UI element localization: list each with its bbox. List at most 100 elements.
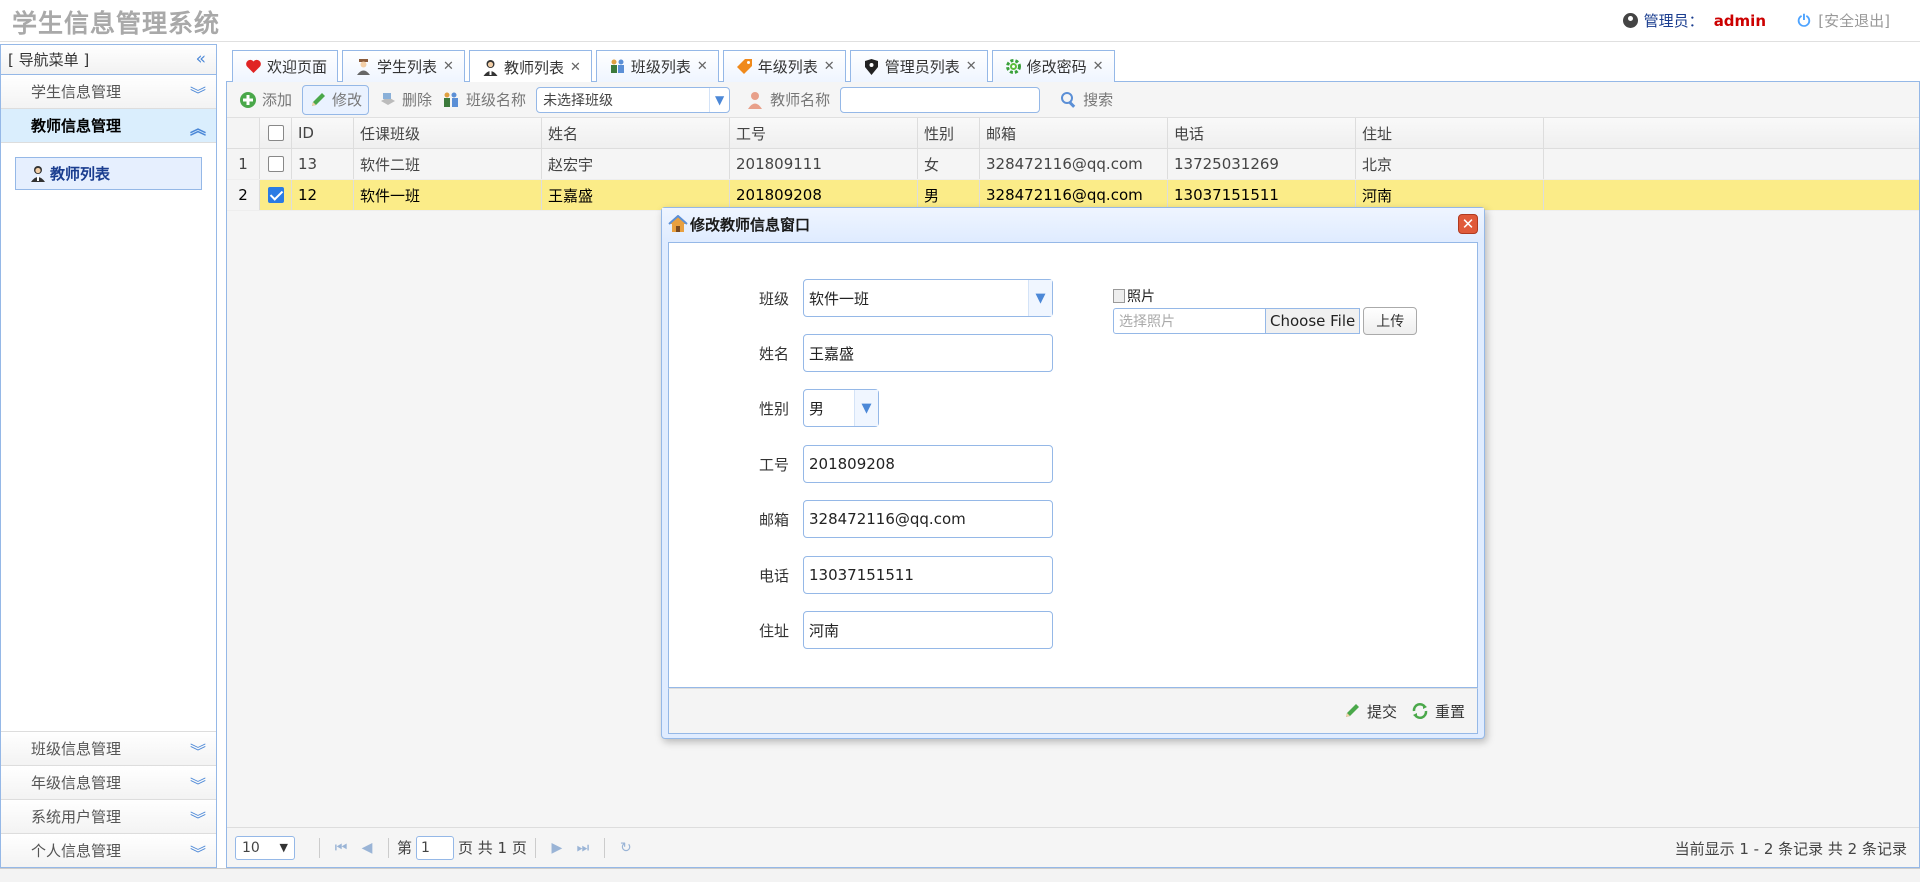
logout-link[interactable]: ⏻ [安全退出]	[1798, 10, 1890, 31]
refresh-icon[interactable]: ↻	[613, 836, 639, 860]
class-icon	[442, 91, 460, 109]
row-checkbox[interactable]	[260, 180, 292, 210]
close-icon[interactable]: ✕	[824, 59, 835, 74]
cell-number: 201809111	[730, 149, 918, 179]
next-page-button[interactable]: ▶	[544, 836, 570, 860]
sidebar-item-teacher-list[interactable]: 教师列表	[15, 157, 202, 190]
col-header-email[interactable]: 邮箱	[980, 118, 1168, 148]
page-size-select[interactable]: 10 ▼	[235, 835, 295, 860]
add-button[interactable]: 添加	[233, 85, 298, 115]
class-select[interactable]: 软件一班 ▼	[803, 279, 1053, 317]
accordion-label: 教师信息管理	[31, 117, 122, 135]
accordion-label: 学生信息管理	[31, 83, 122, 101]
cell-class: 软件二班	[354, 149, 542, 179]
tab-welcome[interactable]: 欢迎页面	[232, 50, 339, 82]
accordion-system-user-management[interactable]: 系统用户管理 ︾	[1, 799, 216, 833]
teacher-icon	[30, 165, 46, 182]
close-icon[interactable]: ✕	[570, 60, 581, 75]
accordion-student-management[interactable]: 学生信息管理 ︾	[1, 75, 216, 109]
select-all-checkbox[interactable]	[260, 118, 292, 148]
chevron-down-icon: ▼	[709, 87, 729, 112]
reset-button[interactable]: 重置	[1411, 701, 1465, 722]
power-icon: ⏻	[1797, 10, 1811, 30]
email-field[interactable]: 328472116@qq.com	[803, 500, 1053, 538]
user-icon	[1622, 13, 1638, 28]
name-field[interactable]: 王嘉盛	[803, 334, 1053, 372]
name-label: 姓名	[759, 344, 790, 363]
tab-class-list[interactable]: 班级列表 ✕	[595, 50, 719, 82]
gender-select[interactable]: 男 ▼	[803, 389, 879, 427]
tab-admin-list[interactable]: 管理员列表 ✕	[849, 50, 988, 82]
add-label: 添加	[262, 91, 293, 109]
tab-label: 修改密码	[1026, 58, 1087, 76]
teacher-name-input[interactable]	[840, 86, 1041, 113]
photo-preview: 照片	[1113, 287, 1427, 305]
phone-field[interactable]: 13037151511	[803, 556, 1053, 594]
upload-button[interactable]: 上传	[1363, 307, 1418, 335]
chevron-down-icon: ▼	[279, 841, 288, 854]
col-header-name[interactable]: 姓名	[542, 118, 730, 148]
phone-label: 电话	[759, 566, 790, 585]
tab-change-password[interactable]: 修改密码 ✕	[991, 50, 1115, 82]
prev-page-button[interactable]: ◀	[354, 836, 380, 860]
submit-button[interactable]: 提交	[1343, 701, 1397, 722]
col-header-number[interactable]: 工号	[730, 118, 918, 148]
cell-number: 201809208	[730, 180, 918, 210]
accordion-personal-info-management[interactable]: 个人信息管理 ︾	[1, 833, 216, 867]
class-filter-value: 未选择班级	[543, 92, 614, 109]
col-header-id[interactable]: ID	[292, 118, 354, 148]
broken-image-icon	[1113, 289, 1125, 303]
email-label: 邮箱	[759, 510, 790, 529]
teacher-grid: ID 任课班级 姓名 工号 性别 邮箱 电话 住址 1 13 软件二班 赵宏宇 …	[227, 118, 1919, 211]
delete-button[interactable]: 删除	[373, 85, 438, 115]
address-field[interactable]: 河南	[803, 611, 1053, 649]
footer-strip	[0, 868, 1920, 882]
class-filter-select[interactable]: 未选择班级 ▼	[536, 86, 731, 113]
accordion-teacher-management[interactable]: 教师信息管理 ︽	[1, 109, 216, 143]
cell-gender: 男	[918, 180, 980, 210]
tab-teacher-list[interactable]: 教师列表 ✕	[468, 50, 592, 83]
tab-student-list[interactable]: 学生列表 ✕	[342, 50, 465, 82]
col-header-class[interactable]: 任课班级	[354, 118, 542, 148]
collapse-sidebar-icon[interactable]: «	[196, 49, 206, 69]
dialog-footer: 提交 重置	[668, 688, 1478, 734]
close-icon[interactable]: ✕	[697, 59, 708, 74]
cell-email: 328472116@qq.com	[980, 149, 1168, 179]
edit-button[interactable]: 修改	[302, 84, 370, 115]
photo-alt-text: 照片	[1127, 289, 1155, 305]
photo-path-input[interactable]: 选择照片	[1113, 308, 1266, 334]
cell-id: 12	[292, 180, 354, 210]
close-icon[interactable]: ✕	[1093, 59, 1104, 74]
tag-icon	[736, 58, 753, 75]
table-row[interactable]: 1 13 软件二班 赵宏宇 201809111 女 328472116@qq.c…	[227, 149, 1919, 180]
choose-file-button[interactable]: Choose File	[1266, 308, 1361, 334]
search-button[interactable]: 搜索	[1054, 85, 1119, 115]
first-page-button[interactable]: ⏮	[328, 836, 354, 860]
number-label: 工号	[759, 455, 790, 474]
col-header-address[interactable]: 住址	[1356, 118, 1544, 148]
accordion-grade-management[interactable]: 年级信息管理 ︾	[1, 765, 216, 799]
divider	[388, 837, 389, 858]
row-checkbox[interactable]	[260, 149, 292, 179]
reload-icon	[1411, 702, 1429, 720]
close-icon[interactable]: ✕	[966, 59, 977, 74]
last-page-button[interactable]: ⏭	[570, 836, 596, 860]
page-number-input[interactable]: 1	[416, 835, 455, 860]
accordion-class-management[interactable]: 班级信息管理 ︾	[1, 731, 216, 765]
reset-label: 重置	[1434, 702, 1465, 721]
class-name-label: 班级名称	[442, 89, 526, 110]
address-field-row: 住址 河南	[759, 611, 1053, 649]
app-header: 学生信息管理系统 管理员： admin ⏻ [安全退出]	[0, 0, 1920, 42]
close-icon[interactable]: ✕	[443, 59, 454, 74]
class-name-text: 班级名称	[466, 91, 527, 109]
gender-label: 性别	[759, 399, 790, 418]
admin-name: admin	[1713, 11, 1766, 30]
number-field[interactable]: 201809208	[803, 445, 1053, 483]
tab-grade-list[interactable]: 年级列表 ✕	[722, 50, 846, 82]
heart-icon	[245, 58, 262, 75]
rownum-header	[227, 118, 260, 148]
sidebar-header: [ 导航菜单 ] «	[1, 45, 216, 75]
col-header-phone[interactable]: 电话	[1168, 118, 1356, 148]
close-icon[interactable]: ✕	[1458, 214, 1478, 234]
col-header-gender[interactable]: 性别	[918, 118, 980, 148]
